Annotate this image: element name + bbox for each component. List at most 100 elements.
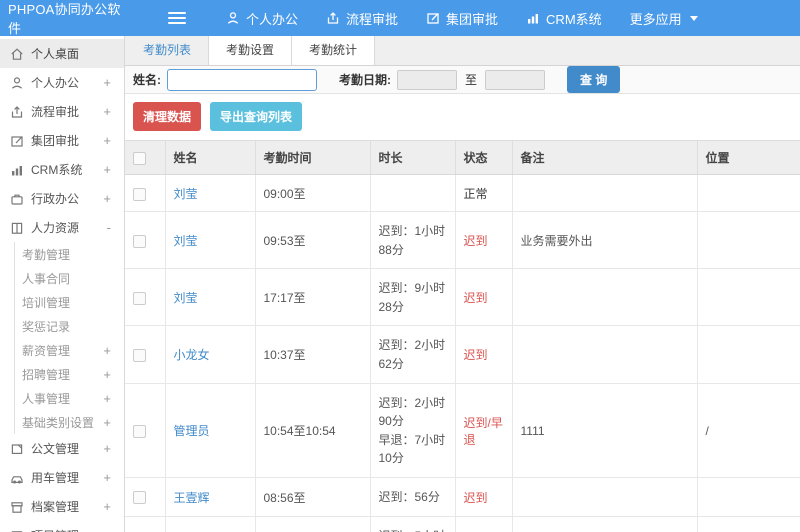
tab-bar: 考勤列表 考勤设置 考勤统计 xyxy=(125,36,800,66)
expand-icon: + xyxy=(103,342,111,358)
sidebar-item-hr[interactable]: 人力资源 - xyxy=(0,213,124,242)
sidebar-item-workflow-approval[interactable]: 流程审批 + xyxy=(0,97,124,126)
user-icon xyxy=(10,76,24,90)
sidebar-item-desktop[interactable]: 个人桌面 xyxy=(0,39,124,68)
project-icon xyxy=(10,529,24,532)
table-row: 王壹辉 08:56至 迟到：56分 迟到 xyxy=(125,477,800,517)
attendance-time: 08:56至 xyxy=(255,477,371,517)
duration: 迟到：2小时62分 xyxy=(370,325,456,384)
sidebar-item-personal-office[interactable]: 个人办公 + xyxy=(0,68,124,97)
duration: 迟到：5小时33分 早退：4小时67分 xyxy=(370,516,456,532)
sidebar-subitem-salary[interactable]: 薪资管理 + xyxy=(15,338,124,362)
location xyxy=(697,211,800,270)
employee-name-link[interactable]: 刘莹 xyxy=(174,291,198,305)
location: / xyxy=(697,383,800,478)
note xyxy=(512,516,698,532)
nav-item-crm[interactable]: CRM系统 xyxy=(526,9,602,28)
note: 业务需要外出 xyxy=(512,211,698,270)
row-checkbox[interactable] xyxy=(133,187,146,201)
expand-icon: + xyxy=(103,162,111,177)
chart-icon xyxy=(10,163,24,177)
table-row: 小龙女 10:37至 迟到：2小时62分 迟到 xyxy=(125,325,800,384)
location xyxy=(697,268,800,327)
expand-icon: + xyxy=(103,104,111,119)
duration: 迟到：9小时28分 xyxy=(370,268,456,327)
location xyxy=(697,174,800,212)
status-badge: 迟到/早退 xyxy=(463,415,503,447)
status-badge: 迟到 xyxy=(463,490,488,505)
nav-item-workflow-approval[interactable]: 流程审批 xyxy=(326,9,398,28)
tab-attendance-settings[interactable]: 考勤设置 xyxy=(209,36,293,65)
expand-icon: + xyxy=(103,441,111,456)
name-search-input[interactable] xyxy=(167,68,317,91)
column-header-time: 考勤时间 xyxy=(255,140,371,175)
sidebar-item-label: 档案管理 xyxy=(31,500,80,514)
duration xyxy=(370,174,456,212)
sidebar-subitem-hr-contract[interactable]: 人事合同 xyxy=(15,266,124,290)
filter-bar: 姓名: 考勤日期: 至 查 询 xyxy=(125,66,800,94)
attendance-time: 09:53至 xyxy=(255,211,371,270)
date-label: 考勤日期: xyxy=(339,73,391,87)
employee-name-link[interactable]: 刘莹 xyxy=(174,234,198,248)
row-checkbox[interactable] xyxy=(133,234,146,248)
sidebar-item-label: CRM系统 xyxy=(31,163,83,177)
date-from-input[interactable] xyxy=(397,69,457,90)
clear-data-button[interactable]: 清理数据 xyxy=(133,102,202,131)
status-badge: 迟到 xyxy=(463,348,488,363)
sidebar-item-crm[interactable]: CRM系统 + xyxy=(0,155,124,184)
chart-icon xyxy=(526,11,540,25)
nav-item-label: CRM系统 xyxy=(546,11,602,27)
duration: 迟到：56分 xyxy=(370,477,456,517)
note: 1111 xyxy=(512,383,698,478)
tab-attendance-stats[interactable]: 考勤统计 xyxy=(292,36,376,65)
table-row: 刘莹 09:53至 迟到：1小时88分 迟到 业务需要外出 xyxy=(125,211,800,270)
briefcase-icon xyxy=(10,192,24,206)
car-icon xyxy=(10,471,24,485)
attendance-time: 17:17至 xyxy=(255,268,371,327)
nav-item-more-apps[interactable]: 更多应用 xyxy=(630,9,698,28)
sidebar-subitem-rewards[interactable]: 奖惩记录 xyxy=(15,314,124,338)
home-icon xyxy=(10,47,24,61)
name-label: 姓名: xyxy=(133,73,161,87)
sidebar-subitem-personnel[interactable]: 人事管理 + xyxy=(15,386,124,410)
sidebar-item-label: 个人桌面 xyxy=(31,47,80,61)
nav-item-personal-office[interactable]: 个人办公 xyxy=(226,9,298,28)
sidebar-item-archives[interactable]: 档案管理 + xyxy=(0,492,124,521)
sidebar-item-projects[interactable]: 项目管理 + xyxy=(0,521,124,532)
row-checkbox[interactable] xyxy=(133,349,146,363)
sidebar-subitem-attendance[interactable]: 考勤管理 xyxy=(15,242,124,266)
export-list-button[interactable]: 导出查询列表 xyxy=(210,102,303,131)
expand-icon: + xyxy=(103,390,111,406)
sidebar-item-label: 公文管理 xyxy=(31,442,80,456)
note xyxy=(512,268,698,327)
sidebar-subitem-base-category[interactable]: 基础类别设置 + xyxy=(15,410,124,434)
expand-icon: + xyxy=(103,366,111,382)
employee-name-link[interactable]: 王壹辉 xyxy=(174,491,210,505)
top-navbar: PHPOA协同办公软件 个人办公 流程审批 集团审批 CRM系统 更多应用 xyxy=(0,0,800,36)
sidebar-item-group-approval[interactable]: 集团审批 + xyxy=(0,126,124,155)
employee-name-link[interactable]: 小龙女 xyxy=(174,348,210,362)
expand-icon: + xyxy=(103,133,111,148)
status-badge: 迟到 xyxy=(463,234,488,249)
attendance-time: 13:20至13:20 xyxy=(255,516,371,532)
search-button[interactable]: 查 询 xyxy=(567,66,621,93)
employee-name-link[interactable]: 管理员 xyxy=(174,424,210,438)
sidebar-item-admin-office[interactable]: 行政办公 + xyxy=(0,184,124,213)
caret-down-icon xyxy=(689,15,698,21)
table-header-row: 姓名 考勤时间 时长 状态 备注 位置 xyxy=(125,140,800,175)
employee-name-link[interactable]: 刘莹 xyxy=(174,187,198,201)
select-all-checkbox[interactable] xyxy=(133,151,146,165)
location xyxy=(697,477,800,517)
row-checkbox[interactable] xyxy=(133,424,146,438)
sidebar-item-vehicles[interactable]: 用车管理 + xyxy=(0,463,124,492)
row-checkbox[interactable] xyxy=(133,491,146,505)
nav-item-group-approval[interactable]: 集团审批 xyxy=(426,9,498,28)
row-checkbox[interactable] xyxy=(133,291,146,305)
date-to-input[interactable] xyxy=(485,69,546,90)
menu-toggle-icon[interactable] xyxy=(168,9,186,27)
column-header-status: 状态 xyxy=(455,140,513,175)
sidebar-subitem-training[interactable]: 培训管理 xyxy=(15,290,124,314)
sidebar-subitem-recruiting[interactable]: 招聘管理 + xyxy=(15,362,124,386)
tab-attendance-list[interactable]: 考勤列表 xyxy=(125,36,210,65)
sidebar-item-documents[interactable]: 公文管理 + xyxy=(0,434,124,463)
